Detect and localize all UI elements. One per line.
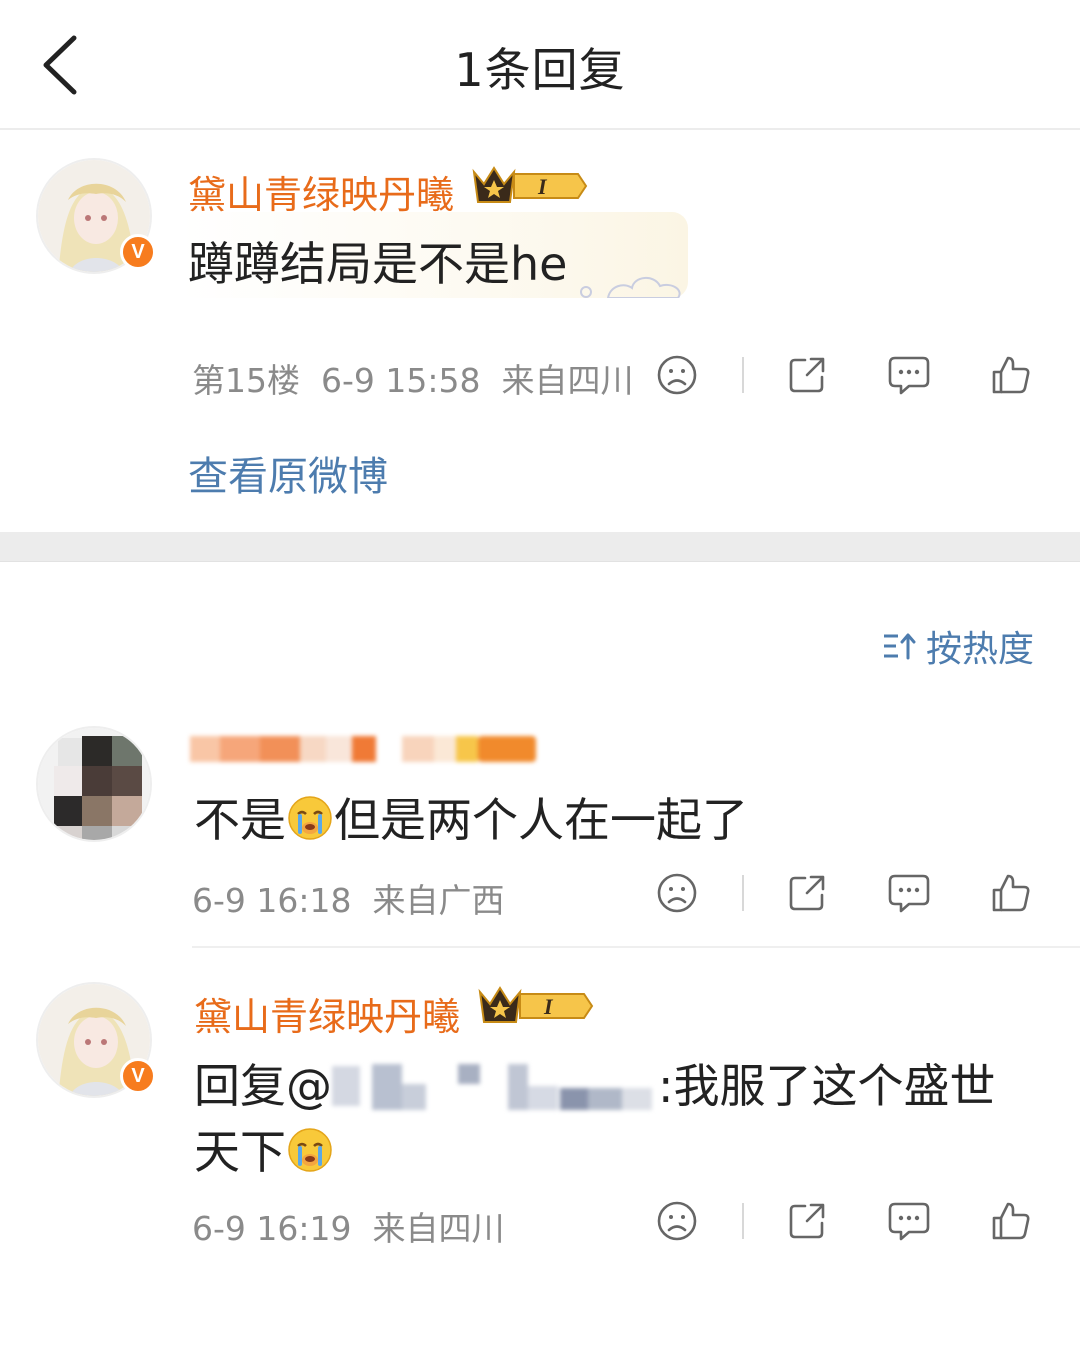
dislike-button[interactable] [654,352,700,398]
sad-face-icon [657,355,697,395]
comment-text: 蹲蹲结局是不是he [188,237,568,291]
avatar[interactable]: V [36,982,156,1098]
page-title: 1条回复 [454,43,626,97]
share-icon [789,875,825,911]
crown-icon: I [472,166,588,203]
divider [742,875,744,911]
location: 来自广西 [372,881,505,920]
share-icon [789,1203,825,1239]
action-bar [654,870,1034,916]
timestamp: 6-9 15:58 [320,361,481,400]
like-button[interactable] [988,352,1034,398]
location: 来自四川 [372,1209,505,1248]
crying-emoji-icon [288,1128,332,1172]
reply-text-line2: 天下 [194,1116,334,1182]
thumbs-up-icon [992,1202,1030,1240]
level-badge: I [543,994,554,1019]
reply-text: 回复@:我服了这个盛世 [194,1050,996,1116]
mention-redacted[interactable] [332,1056,658,1112]
share-button[interactable] [784,870,830,916]
reply-meta: 6-9 16:19 来自四川 [192,1202,504,1250]
reply-text: 不是 但是两个人在一起了 [194,793,748,847]
floor-number: 第15楼 [192,361,300,400]
sort-label: 按热度 [925,629,1034,670]
timestamp: 6-9 16:19 [192,1209,352,1248]
sort-by-hot-button[interactable]: 按热度 [882,620,1034,672]
sort-icon [883,633,916,660]
action-bar [654,1198,1034,1244]
action-bar [654,352,1034,398]
like-button[interactable] [988,1198,1034,1244]
main-comment: V 黛山青绿映丹曦 I 蹲蹲结局是不是he 第15楼 6-9 15:58 来自四… [0,132,1080,532]
comment-icon [888,1202,930,1241]
comment-button[interactable] [886,352,932,398]
section-divider [0,532,1080,562]
view-original-link[interactable]: 查看原微博 [188,444,388,502]
top-bar: 1条回复 [0,0,1080,130]
level-badge: I [537,174,548,199]
username-redacted[interactable] [190,732,536,766]
share-button[interactable] [784,352,830,398]
share-button[interactable] [784,1198,830,1244]
username[interactable]: 黛山青绿映丹曦 [188,164,454,219]
divider [742,357,744,393]
avatar[interactable] [36,726,152,842]
avatar[interactable]: V [36,158,156,274]
cloud-decoration-icon [580,277,681,298]
like-button[interactable] [988,870,1034,916]
comment-meta: 第15楼 6-9 15:58 来自四川 [192,354,633,402]
comment-icon [888,356,930,395]
dislike-button[interactable] [654,1198,700,1244]
row-divider [192,946,1080,948]
crying-emoji-icon [288,796,332,840]
comment-button[interactable] [886,1198,932,1244]
dislike-button[interactable] [654,870,700,916]
thumbs-up-icon [992,356,1030,394]
comment-button[interactable] [886,870,932,916]
comment-icon [888,874,930,913]
sad-face-icon [657,873,697,913]
crown-icon: I [478,986,594,1023]
timestamp: 6-9 16:18 [192,881,352,920]
divider [742,1203,744,1239]
thumbs-up-icon [992,874,1030,912]
verified-v-icon: V [120,234,156,270]
reply-meta: 6-9 16:18 来自广西 [192,874,504,922]
sad-face-icon [657,1201,697,1241]
location: 来自四川 [501,361,634,400]
share-icon [789,357,825,393]
verified-v-icon: V [120,1058,156,1094]
username[interactable]: 黛山青绿映丹曦 [194,986,460,1041]
